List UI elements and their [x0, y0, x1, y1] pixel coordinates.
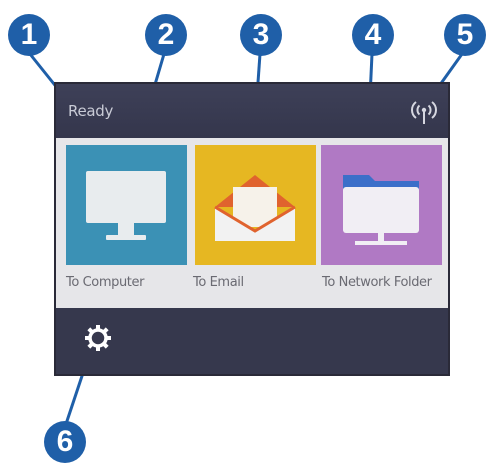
- tile-label-to-email: To Email: [193, 275, 244, 290]
- tile-to-computer[interactable]: [66, 145, 187, 265]
- tile-to-email[interactable]: [195, 145, 316, 265]
- status-text: Ready: [68, 102, 114, 120]
- callout-badge-3: 3: [240, 14, 282, 56]
- tile-label-to-network-folder: To Network Folder: [322, 275, 432, 290]
- envelope-icon: [214, 175, 296, 241]
- main-content: To Computer To Email To Network Folder: [56, 138, 448, 312]
- control-panel-screen: Ready To Computer To Email To Network Fo…: [54, 82, 450, 376]
- wireless-icon[interactable]: [410, 96, 438, 126]
- computer-monitor-icon: [86, 171, 166, 240]
- status-bar: Ready: [56, 84, 448, 138]
- callout-badge-6: 6: [44, 421, 86, 463]
- callout-badge-2: 2: [145, 14, 187, 56]
- bottom-bar: [56, 308, 448, 374]
- gear-icon[interactable]: [84, 324, 112, 352]
- callout-badge-4: 4: [352, 14, 394, 56]
- tile-label-to-computer: To Computer: [66, 275, 145, 290]
- callout-badge-1: 1: [8, 14, 50, 56]
- callout-badge-5: 5: [444, 14, 486, 56]
- tile-to-network-folder[interactable]: [321, 145, 442, 265]
- network-folder-icon: [343, 175, 419, 245]
